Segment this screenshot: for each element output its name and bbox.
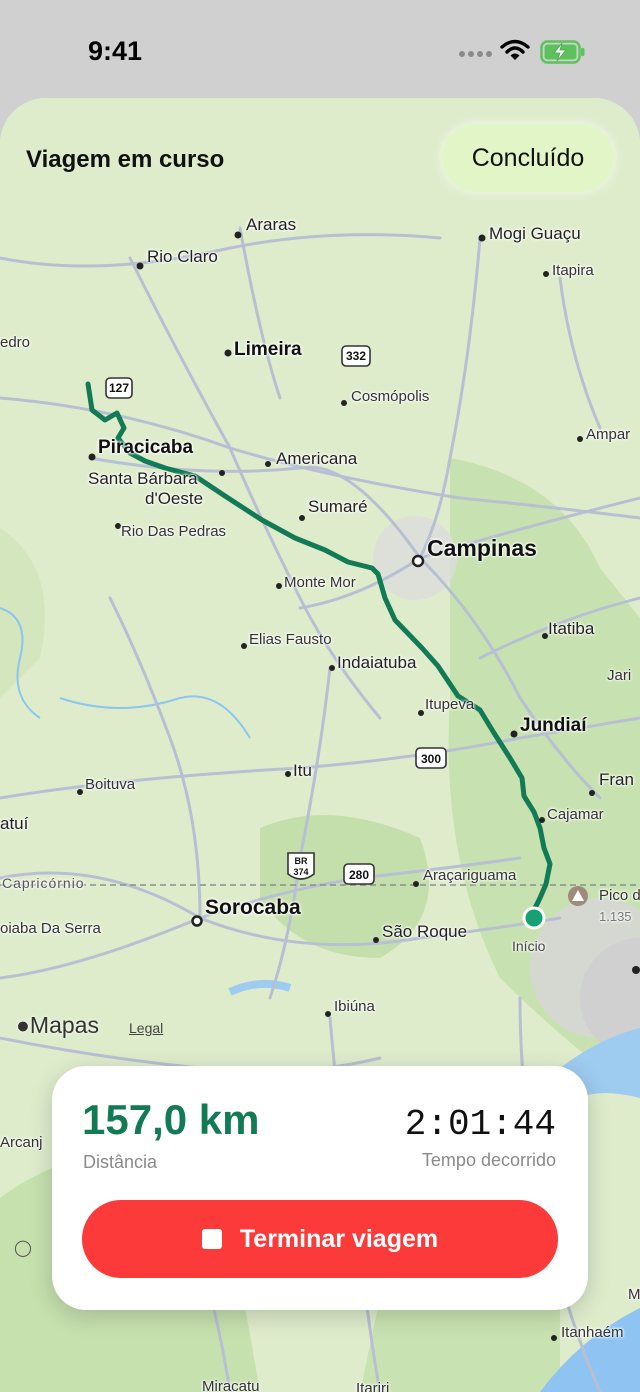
svg-text:300: 300 bbox=[421, 752, 441, 766]
apple-logo-icon: ● bbox=[16, 1012, 30, 1038]
place-label: Limeira bbox=[234, 339, 302, 360]
svg-text:127: 127 bbox=[109, 381, 129, 395]
place-label: Americana bbox=[276, 449, 358, 468]
legal-link[interactable]: Legal bbox=[129, 1020, 163, 1036]
svg-text:280: 280 bbox=[349, 868, 369, 882]
elevation-label: 1.135 bbox=[599, 909, 632, 924]
place-label: Ampar bbox=[586, 426, 631, 443]
place-label: atuí bbox=[0, 814, 29, 833]
place-label: Campinas bbox=[427, 535, 537, 561]
status-time: 9:41 bbox=[88, 36, 143, 66]
elapsed-time-label: Tempo decorrido bbox=[421, 1150, 556, 1170]
tropic-label: Capricórnio bbox=[2, 875, 85, 891]
maps-attribution: ●Mapas bbox=[16, 1012, 99, 1039]
place-label: Elias Fausto bbox=[249, 631, 332, 648]
page-title: Viagem em curso bbox=[26, 146, 225, 173]
maps-attribution-text: Mapas bbox=[29, 1012, 99, 1038]
place-label: São Roque bbox=[382, 922, 468, 941]
place-label: Jundiaí bbox=[520, 715, 587, 736]
place-label: Cajamar bbox=[547, 806, 604, 823]
status-bar: 9:41 bbox=[0, 0, 640, 100]
compass-icon: ◯ bbox=[14, 1240, 32, 1257]
place-label: Araçariguama bbox=[423, 867, 517, 884]
place-label: Miracatu bbox=[202, 1378, 260, 1392]
place-label: edro bbox=[0, 334, 31, 351]
signal-dots-icon bbox=[459, 51, 492, 57]
svg-text:374: 374 bbox=[293, 867, 308, 877]
wifi-icon bbox=[500, 39, 530, 60]
svg-text:332: 332 bbox=[346, 349, 366, 363]
svg-text:BR: BR bbox=[295, 856, 308, 866]
place-label: M bbox=[628, 1286, 640, 1303]
distance-label: Distância bbox=[83, 1152, 158, 1172]
place-label: Sumaré bbox=[308, 497, 368, 516]
place-label: Itatiba bbox=[548, 619, 595, 638]
place-label: Cosmópolis bbox=[351, 388, 430, 405]
place-label: Mogi Guaçu bbox=[489, 224, 581, 243]
place-label: Boituva bbox=[85, 776, 136, 793]
place-label: Fran bbox=[599, 770, 634, 789]
place-label: Rio Das Pedras bbox=[121, 523, 227, 540]
place-label: Itupeva bbox=[425, 696, 475, 713]
place-label: Araras bbox=[246, 215, 297, 234]
place-label: oiaba Da Serra bbox=[0, 920, 101, 937]
place-label: Itariri bbox=[356, 1380, 390, 1392]
place-label: Indaiatuba bbox=[337, 653, 417, 672]
done-button[interactable]: Concluído bbox=[442, 124, 614, 192]
battery-charging-icon bbox=[540, 40, 585, 64]
trip-card: 157,0 km Distância 2:01:44 Tempo decorri… bbox=[52, 1066, 588, 1310]
place-label: Ibiúna bbox=[334, 998, 375, 1015]
place-label: Arcanj bbox=[0, 1134, 43, 1151]
distance-value: 157,0 km bbox=[82, 1096, 260, 1143]
place-label: Jari bbox=[607, 667, 632, 684]
stop-icon bbox=[201, 1229, 222, 1249]
place-label: d'Oeste bbox=[145, 489, 204, 508]
place-label: Rio Claro bbox=[147, 247, 218, 266]
place-label: Piracicaba bbox=[98, 437, 194, 458]
map-sheet: 127 332 300 280 BR 374 Araras Mogi Guaçu… bbox=[0, 98, 640, 1392]
end-trip-button[interactable]: Terminar viagem bbox=[82, 1200, 558, 1278]
place-label: Itanhaém bbox=[561, 1324, 624, 1341]
place-label: Itapira bbox=[552, 262, 594, 279]
place-label: Pico d bbox=[599, 887, 640, 904]
start-label: Início bbox=[512, 938, 546, 954]
place-label: Sorocaba bbox=[205, 896, 301, 919]
place-label: Santa Bárbara bbox=[88, 469, 198, 488]
place-label: Monte Mor bbox=[284, 574, 356, 591]
end-trip-label: Terminar viagem bbox=[239, 1224, 439, 1253]
elapsed-time-value: 2:01:44 bbox=[404, 1104, 556, 1145]
place-label: Itu bbox=[293, 761, 312, 780]
start-marker bbox=[522, 906, 546, 930]
